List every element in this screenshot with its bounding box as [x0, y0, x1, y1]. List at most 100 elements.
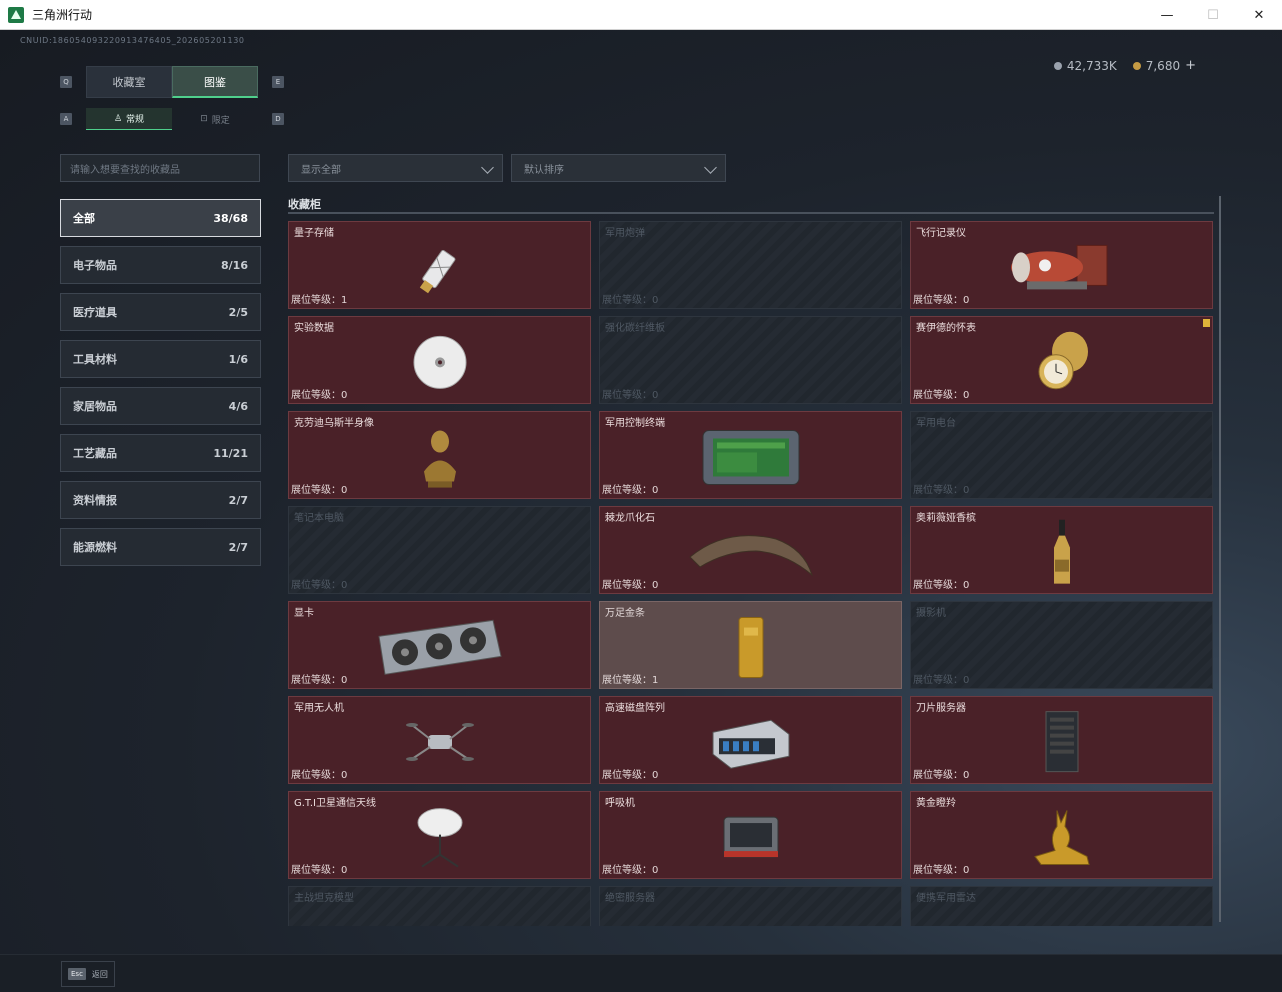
category-household[interactable]: 家居物品 4/6 [60, 387, 261, 425]
collection-card-locked[interactable]: 军用电台 展位等级：0 [910, 411, 1213, 499]
card-level: 展位等级：0 [913, 675, 970, 686]
close-button[interactable]: ✕ [1236, 0, 1282, 30]
collection-card[interactable]: 奥莉薇娅香槟 展位等级：0 [910, 506, 1213, 594]
collection-card-locked[interactable]: 笔记本电脑 展位等级：0 [288, 506, 591, 594]
subtab-regular-label: 常规 [126, 115, 145, 125]
collection-card[interactable]: 飞行记录仪 展位等级：0 [910, 221, 1213, 309]
collection-card[interactable]: 刀片服务器 展位等级：0 [910, 696, 1213, 784]
section-title: 收藏柜 [288, 198, 321, 211]
card-level: 展位等级：0 [602, 865, 659, 876]
collection-card[interactable]: 军用无人机 展位等级：0 [288, 696, 591, 784]
card-level: 展位等级：0 [913, 865, 970, 876]
collection-card[interactable]: 军用控制终端 展位等级：0 [599, 411, 902, 499]
chevron-down-icon [704, 161, 717, 174]
card-title: 显卡 [294, 608, 314, 619]
gold-amount: 7,680 [1145, 58, 1181, 73]
collection-card-locked[interactable]: 军用炮弹 展位等级：0 [599, 221, 902, 309]
collection-card-locked[interactable]: 主战坦克模型 [288, 886, 591, 926]
currency-bar: 42,733K 7,680 + [1053, 58, 1196, 73]
main-tab-nav: Q 收藏室 图鉴 E [60, 66, 284, 98]
card-level: 展位等级：0 [913, 295, 970, 306]
card-title: 黄金瞪羚 [916, 798, 956, 809]
category-label: 全部 [73, 212, 95, 225]
card-title: 棘龙爪化石 [605, 513, 655, 524]
drone-icon [405, 723, 474, 761]
category-label: 工艺藏品 [73, 447, 117, 460]
gold-bar-icon [738, 617, 763, 679]
silver-currency: 42,733K [1053, 59, 1117, 73]
back-button[interactable]: Esc 返回 [61, 961, 115, 987]
esc-key-hint: Esc [68, 968, 86, 980]
collection-grid: 量子存储 展位等级：1 军用炮弹 展位等级：0 飞行记录仪 展位等级：0 实验数… [288, 221, 1214, 926]
category-electronics[interactable]: 电子物品 8/16 [60, 246, 261, 284]
tab-codex[interactable]: 图鉴 [172, 66, 258, 98]
card-level: 展位等级：0 [602, 580, 659, 591]
gold-currency: 7,680 + [1132, 58, 1196, 73]
card-title: 军用电台 [916, 418, 956, 429]
subtab-regular[interactable]: ♙ 常规 [86, 108, 172, 130]
game-viewport: CNUID:186054093220913476405_202605201130… [0, 30, 1282, 992]
category-label: 电子物品 [73, 259, 117, 272]
add-currency-button[interactable]: + [1185, 58, 1196, 73]
collection-card[interactable]: 显卡 展位等级：0 [288, 601, 591, 689]
card-title: 呼吸机 [605, 798, 635, 809]
collection-card-locked[interactable]: 摄影机 展位等级：0 [910, 601, 1213, 689]
card-level: 展位等级：0 [291, 580, 348, 591]
card-title: 量子存储 [294, 228, 334, 239]
disk-array-icon [712, 719, 789, 769]
card-title: 飞行记录仪 [916, 228, 966, 239]
delta-logo-icon [8, 6, 24, 23]
collection-card-locked[interactable]: 强化碳纤维板 展位等级：0 [599, 316, 902, 404]
collection-card[interactable]: 实验数据 展位等级：0 [288, 316, 591, 404]
collection-card[interactable]: 克劳迪乌斯半身像 展位等级：0 [288, 411, 591, 499]
window-title: 三角洲行动 [32, 8, 93, 22]
card-title: G.T.I卫星通信天线 [294, 798, 376, 809]
subtab-limited[interactable]: ⊡ 限定 [172, 108, 258, 130]
card-title: 军用炮弹 [605, 228, 645, 239]
grid-scrollbar[interactable] [1219, 196, 1221, 922]
sort-dropdown[interactable]: 默认排序 [511, 154, 726, 182]
card-title: 便携军用雷达 [916, 893, 976, 904]
card-level: 展位等级：0 [913, 390, 970, 401]
maximize-button[interactable]: ☐ [1190, 0, 1236, 30]
collection-card[interactable]: 赛伊德的怀表 展位等级：0 [910, 316, 1213, 404]
collection-card-locked[interactable]: 便携军用雷达 [910, 886, 1213, 926]
category-energy[interactable]: 能源燃料 2/7 [60, 528, 261, 566]
card-level: 展位等级：0 [291, 485, 348, 496]
category-all[interactable]: 全部 38/68 [60, 199, 261, 237]
sub-tab-nav: A ♙ 常规 ⊡ 限定 D [60, 108, 284, 130]
graphics-card-icon [377, 619, 502, 675]
blade-server-icon [1045, 711, 1078, 773]
category-medical[interactable]: 医疗道具 2/5 [60, 293, 261, 331]
collection-card[interactable]: 量子存储 展位等级：1 [288, 221, 591, 309]
category-count: 8/16 [221, 258, 248, 272]
collection-card[interactable]: G.T.I卫星通信天线 展位等级：0 [288, 791, 591, 879]
window-titlebar: 三角洲行动 — ☐ ✕ [0, 0, 1282, 30]
collection-card[interactable]: 呼吸机 展位等级：0 [599, 791, 902, 879]
minimize-button[interactable]: — [1144, 0, 1190, 30]
figure-icon: ♙ [113, 113, 123, 124]
collection-card[interactable]: 万足金条 展位等级：1 [599, 601, 902, 689]
category-tools[interactable]: 工具材料 1/6 [60, 340, 261, 378]
category-count: 1/6 [228, 352, 248, 366]
box-icon: ⊡ [200, 114, 208, 124]
card-title: 军用控制终端 [605, 418, 665, 429]
sort-value: 默认排序 [524, 164, 564, 176]
champagne-icon [1053, 519, 1070, 584]
uid-label: CNUID:186054093220913476405_202605201130 [20, 36, 245, 45]
category-intel[interactable]: 资料情报 2/7 [60, 481, 261, 519]
card-title: 高速磁盘阵列 [605, 703, 665, 714]
collection-card[interactable]: 棘龙爪化石 展位等级：0 [599, 506, 902, 594]
card-title: 克劳迪乌斯半身像 [294, 418, 374, 429]
collection-card[interactable]: 黄金瞪羚 展位等级：0 [910, 791, 1213, 879]
display-filter-dropdown[interactable]: 显示全部 [288, 154, 503, 182]
chevron-down-icon [481, 161, 494, 174]
tab-collection-room[interactable]: 收藏室 [86, 66, 172, 98]
card-level: 展位等级：1 [291, 295, 348, 306]
category-crafts[interactable]: 工艺藏品 11/21 [60, 434, 261, 472]
search-input[interactable]: 请输入想要查找的收藏品 [60, 154, 260, 182]
collection-card-locked[interactable]: 绝密服务器 [599, 886, 902, 926]
collection-card[interactable]: 高速磁盘阵列 展位等级：0 [599, 696, 902, 784]
card-level: 展位等级：0 [913, 580, 970, 591]
card-title: 刀片服务器 [916, 703, 966, 714]
